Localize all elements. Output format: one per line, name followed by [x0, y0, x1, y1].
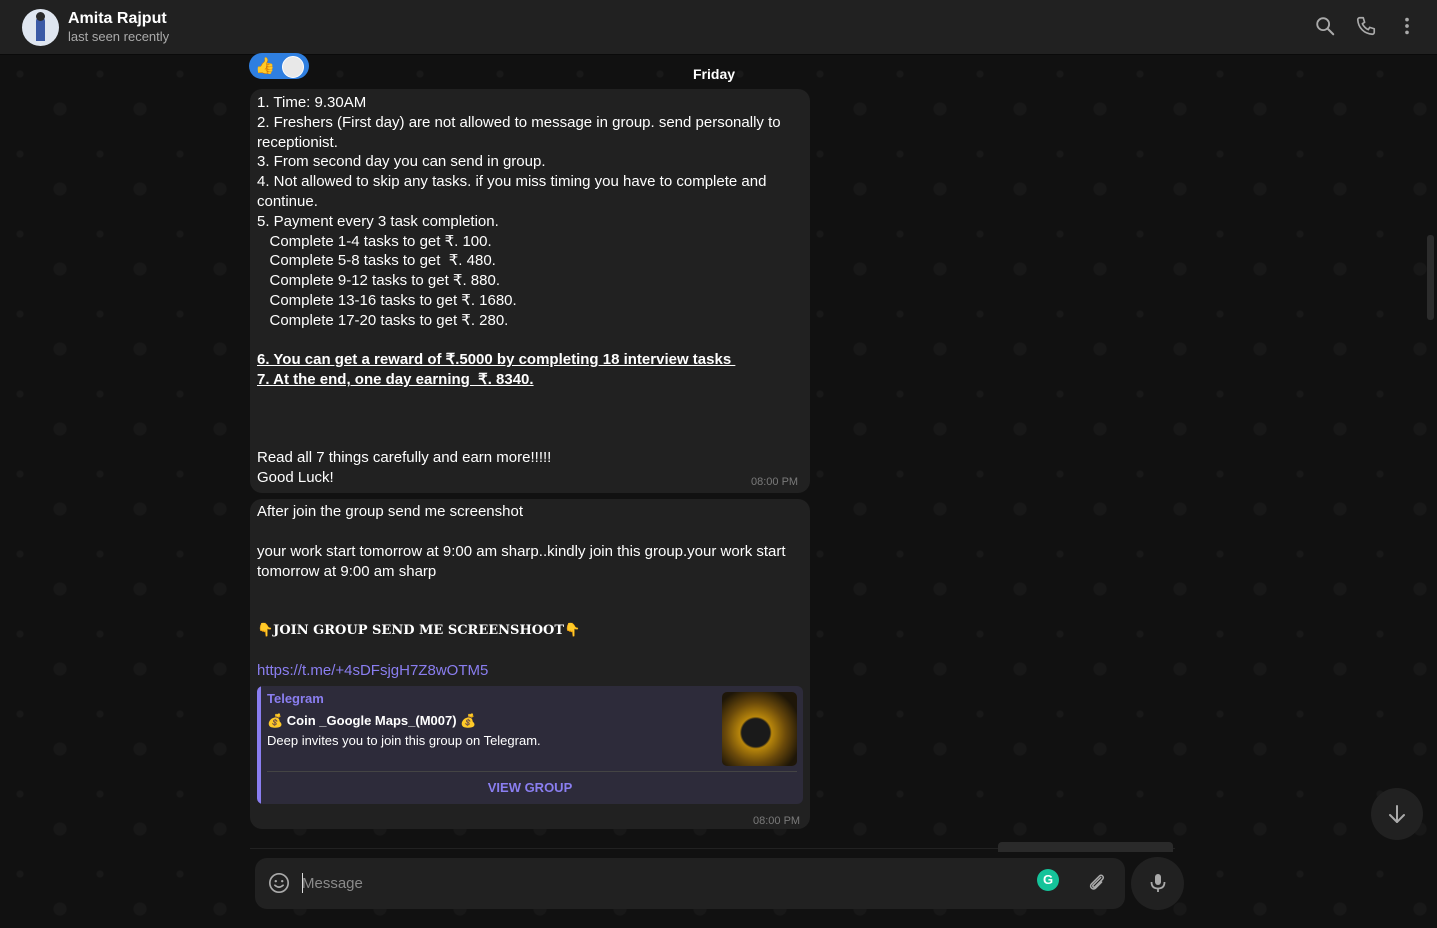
smiley-icon[interactable] — [268, 872, 290, 894]
chat-scrollbar[interactable] — [1427, 235, 1434, 320]
message-underlined-line: 7. At the end, one day earning ₹. 8340. — [257, 371, 534, 389]
chat-header: Amita Rajput last seen recently — [0, 0, 1437, 55]
join-group-text: 👇JOIN GROUP SEND ME SCREENSHOOT👇 — [257, 623, 581, 638]
message-time: 08:00 PM — [753, 815, 801, 827]
message-time: 08:00 PM — [751, 476, 799, 488]
message-line: Complete 17-20 tasks to get ₹. 280. — [257, 311, 509, 329]
message-line: 2. Freshers (First day) are not allowed … — [257, 113, 781, 131]
view-group-button[interactable]: VIEW GROUP — [257, 771, 803, 804]
message-line: Complete 1-4 tasks to get ₹. 100. — [257, 232, 492, 250]
group-invite-link[interactable]: https://t.me/+4sDFsjgH7Z8wOTM5 — [257, 661, 488, 681]
search-icon[interactable] — [1314, 15, 1336, 37]
contact-status: last seen recently — [68, 29, 170, 44]
message-line: Good Luck! — [257, 468, 334, 486]
message-line: Complete 13-16 tasks to get ₹. 1680. — [257, 292, 517, 309]
message-line: After join the group send me screenshot — [257, 503, 523, 520]
message-underlined-line: 6. You can get a reward of ₹.5000 by com… — [257, 351, 736, 369]
message-line: Complete 5-8 tasks to get ₹. 480. — [257, 252, 496, 270]
reaction-avatar — [282, 56, 304, 78]
more-vertical-icon[interactable] — [1396, 15, 1418, 37]
message-input[interactable]: Message — [302, 875, 363, 892]
message-line: 5. Payment every 3 task completion. — [257, 212, 499, 230]
message-composer[interactable]: Message G — [255, 858, 1125, 909]
grammarly-icon[interactable]: G — [1037, 869, 1059, 891]
thumbs-up-reaction: 👍 — [255, 58, 275, 75]
message-line: tomorrow at 9:00 am sharp — [257, 562, 437, 580]
reaction-pill[interactable]: 👍 — [249, 53, 309, 79]
date-separator: Friday — [693, 66, 736, 82]
message-line: continue. — [257, 193, 318, 210]
message-line: 1. Time: 9.30AM — [257, 94, 367, 111]
avatar[interactable] — [22, 9, 59, 46]
message-bubble[interactable]: After join the group send me screenshot … — [250, 499, 810, 829]
paperclip-icon[interactable] — [1086, 872, 1108, 894]
phone-icon[interactable] — [1355, 15, 1377, 37]
message-line: 4. Not allowed to skip any tasks. if you… — [257, 173, 767, 191]
message-line: Read all 7 things carefully and earn mor… — [257, 449, 552, 466]
contact-name[interactable]: Amita Rajput — [68, 10, 167, 28]
message-bubble[interactable]: 1. Time: 9.30AM 2. Freshers (First day) … — [250, 89, 810, 493]
message-line: your work start tomorrow at 9:00 am shar… — [257, 543, 786, 560]
link-preview-card[interactable]: Telegram 💰 Coin _Google Maps_(M007) 💰 De… — [257, 686, 803, 804]
microphone-icon — [1150, 874, 1166, 892]
message-line: 3. From second day you can send in group… — [257, 153, 546, 171]
preview-group-name: 💰 Coin _Google Maps_(M007) 💰 — [267, 713, 477, 728]
preview-thumbnail — [722, 692, 797, 766]
preview-description: Deep invites you to join this group on T… — [267, 733, 541, 748]
message-line: Complete 9-12 tasks to get ₹. 880. — [257, 272, 501, 290]
microphone-button[interactable] — [1131, 857, 1184, 910]
arrow-down-icon — [1389, 805, 1405, 823]
scroll-to-bottom-button[interactable] — [1371, 788, 1423, 840]
preview-source: Telegram — [267, 691, 324, 706]
message-line: receptionist. — [257, 133, 338, 151]
media-thumbnail-strip — [998, 842, 1173, 852]
